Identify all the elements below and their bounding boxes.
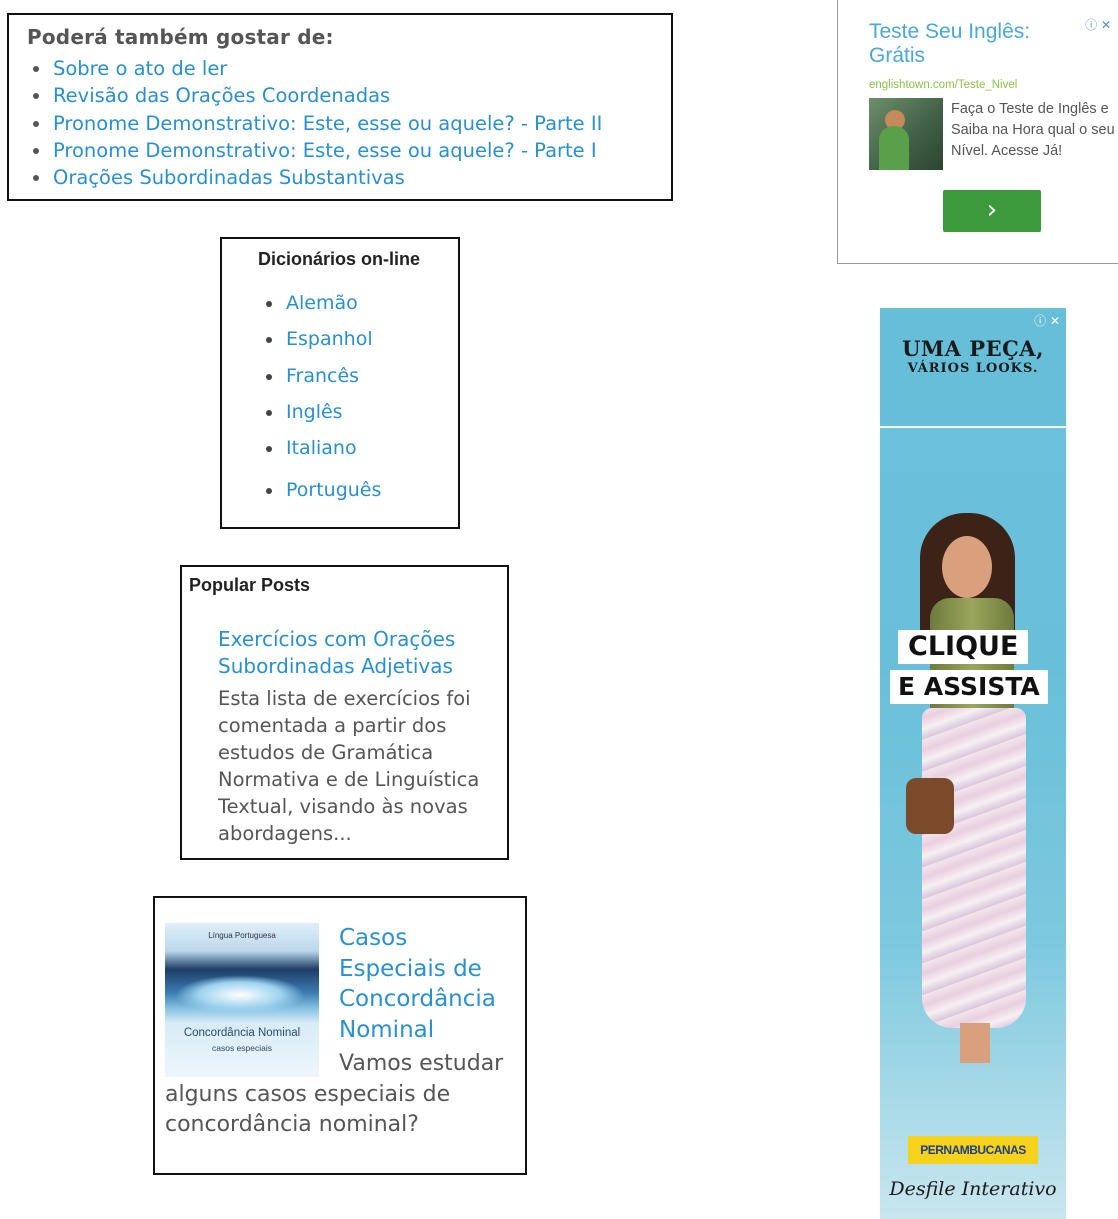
dictionary-link[interactable]: Italiano	[286, 437, 357, 459]
dictionaries-heading: Dicionários on-line	[258, 249, 421, 269]
banner-footer-text: Desfile Interativo	[889, 1178, 1057, 1200]
related-post-link[interactable]: Revisão das Orações Coordenadas	[27, 82, 671, 109]
featured-post-widget: Língua Portuguesa Concordância Nominal c…	[153, 896, 527, 1175]
dictionary-item-german[interactable]: Alemão	[258, 292, 458, 328]
dictionary-item-spanish[interactable]: Espanhol	[258, 328, 458, 364]
related-posts-widget: Poderá também gostar de: Sobre o ato de …	[7, 13, 673, 201]
dictionary-link[interactable]: Alemão	[286, 292, 358, 314]
model-bag	[906, 778, 954, 834]
related-posts-heading: Poderá também gostar de:	[27, 25, 334, 49]
thumbnail-caption-title: Concordância Nominal	[183, 1027, 301, 1039]
banner-headline: UMA PEÇA,	[902, 336, 1044, 361]
related-post-link[interactable]: Pronome Demonstrativo: Este, esse ou aqu…	[27, 137, 671, 164]
text-ad[interactable]: ⓘ ✕ Teste Seu Inglês: Grátis englishtown…	[837, 0, 1118, 264]
dictionary-link[interactable]: Espanhol	[286, 328, 373, 350]
popular-posts-heading: Popular Posts	[189, 575, 311, 595]
thumbnail-caption-sub: casos especiais	[211, 1043, 272, 1053]
related-post-link[interactable]: Pronome Demonstrativo: Este, esse ou aqu…	[27, 110, 671, 137]
dictionaries-list: Alemão Espanhol Francês Inglês Italiano …	[258, 292, 458, 516]
chevron-right-icon: ›	[986, 195, 998, 225]
related-post-label[interactable]: Pronome Demonstrativo: Este, esse ou aqu…	[53, 112, 602, 135]
model-feet	[960, 1023, 990, 1063]
ad-choices-icon[interactable]: ⓘ ✕	[1034, 312, 1060, 329]
dictionary-link[interactable]: Inglês	[286, 401, 343, 423]
dictionary-link[interactable]: Português	[286, 479, 381, 501]
ad-image-body	[879, 126, 909, 170]
ad-image[interactable]	[869, 98, 943, 170]
dictionary-link[interactable]: Francês	[286, 365, 359, 387]
banner-cta-line2[interactable]: E ASSISTA	[890, 670, 1048, 704]
ad-title-link[interactable]: Teste Seu Inglês: Grátis	[869, 20, 1069, 68]
dictionary-item-french[interactable]: Francês	[258, 365, 458, 401]
thumbnail-caption-top: Língua Portuguesa	[208, 931, 276, 940]
related-post-link[interactable]: Orações Subordinadas Substantivas	[27, 164, 671, 191]
related-post-label[interactable]: Orações Subordinadas Substantivas	[53, 166, 405, 189]
related-post-label[interactable]: Revisão das Orações Coordenadas	[53, 84, 390, 107]
dictionary-item-italian[interactable]: Italiano	[258, 437, 458, 473]
related-posts-list: Sobre o ato de ler Revisão das Orações C…	[27, 55, 671, 191]
brand-logo: PERNAMBUCANAS	[908, 1136, 1038, 1164]
ad-open-button[interactable]: ›	[943, 190, 1041, 232]
dictionary-item-portuguese[interactable]: Português	[258, 479, 458, 515]
ad-choices-icon[interactable]: ⓘ ✕	[1085, 16, 1111, 33]
ad-display-url[interactable]: englishtown.com/Teste_Nivel	[869, 79, 1017, 91]
ad-body-text: Faça o Teste de Inglês e Saiba na Hora q…	[951, 101, 1115, 159]
related-post-link[interactable]: Sobre o ato de ler	[27, 55, 671, 82]
thumbnail-wave-image	[175, 975, 305, 1015]
dictionary-item-english[interactable]: Inglês	[258, 401, 458, 437]
popular-post-title-link[interactable]: Exercícios com Orações Subordinadas Adje…	[218, 626, 507, 679]
banner-subheadline: VÁRIOS LOOKS.	[907, 361, 1039, 376]
banner-ad[interactable]: ⓘ ✕ UMA PEÇA, VÁRIOS LOOKS. CLIQUE E ASS…	[880, 308, 1066, 1219]
popular-posts-widget: Popular Posts Exercícios com Orações Sub…	[180, 565, 509, 860]
featured-post-thumbnail[interactable]: Língua Portuguesa Concordância Nominal c…	[165, 923, 319, 1077]
related-post-label[interactable]: Sobre o ato de ler	[53, 57, 227, 80]
model-skirt	[922, 708, 1026, 1028]
dictionaries-widget: Dicionários on-line Alemão Espanhol Fran…	[220, 237, 460, 529]
model-face	[942, 536, 992, 598]
banner-cta-line1[interactable]: CLIQUE	[898, 630, 1029, 664]
related-post-label[interactable]: Pronome Demonstrativo: Este, esse ou aqu…	[53, 139, 597, 162]
popular-post-snippet: Esta lista de exercícios foi comentada a…	[218, 687, 480, 845]
